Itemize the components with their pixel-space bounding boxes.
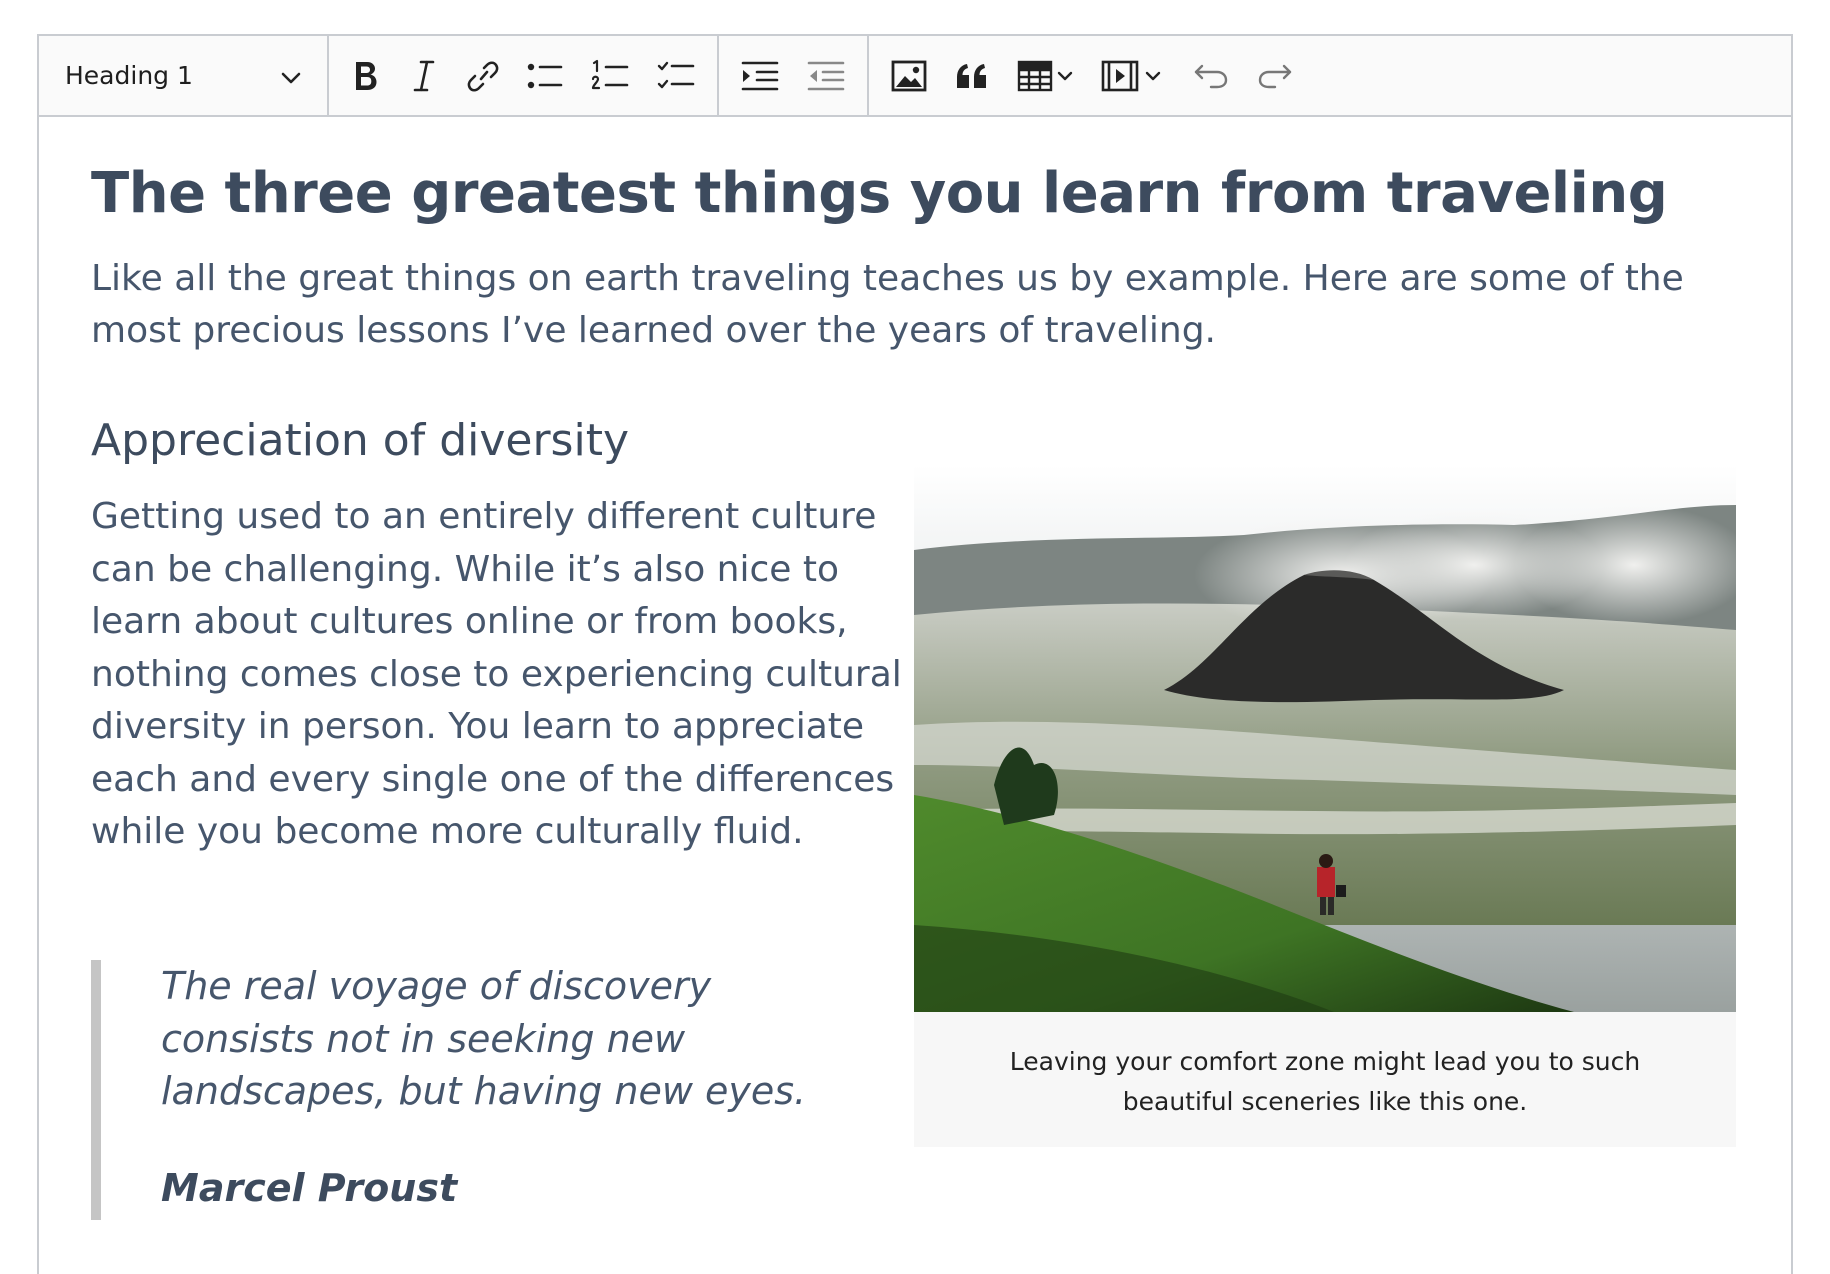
lead-paragraph[interactable]: Like all the great things on earth trave… xyxy=(91,253,1771,357)
redo-icon xyxy=(1257,62,1293,90)
italic-icon xyxy=(409,59,439,93)
indent-icon xyxy=(741,60,779,92)
rich-text-editor: Heading 1 The three greatest things you … xyxy=(37,34,1793,1274)
image-icon xyxy=(891,60,927,92)
todo-list-button[interactable] xyxy=(643,36,709,115)
redo-button[interactable] xyxy=(1243,36,1307,115)
insert-image-button[interactable] xyxy=(877,36,941,115)
indent-button[interactable] xyxy=(727,36,793,115)
heading-dropdown[interactable]: Heading 1 xyxy=(39,36,327,115)
italic-button[interactable] xyxy=(395,36,453,115)
quote-text[interactable]: The real voyage of discovery consists no… xyxy=(161,960,811,1118)
heading-group: Heading 1 xyxy=(39,36,329,115)
outdent-button[interactable] xyxy=(793,36,859,115)
chevron-down-icon xyxy=(281,61,301,90)
quote-icon xyxy=(955,62,989,90)
link-button[interactable] xyxy=(453,36,513,115)
section-paragraph[interactable]: Getting used to an entirely different cu… xyxy=(91,491,911,859)
format-group xyxy=(329,36,719,115)
link-icon xyxy=(467,59,499,93)
landscape-photo[interactable] xyxy=(914,465,1736,1012)
quote-author[interactable]: Marcel Proust xyxy=(161,1166,811,1210)
table-icon xyxy=(1017,60,1073,92)
media-icon xyxy=(1101,60,1165,92)
outdent-icon xyxy=(807,60,845,92)
bold-button[interactable] xyxy=(337,36,395,115)
insert-table-button[interactable] xyxy=(1003,36,1087,115)
bold-icon xyxy=(351,59,381,93)
editor-toolbar: Heading 1 xyxy=(39,36,1791,117)
insert-media-button[interactable] xyxy=(1087,36,1179,115)
undo-icon xyxy=(1193,62,1229,90)
insert-group xyxy=(869,36,1315,115)
block-quote[interactable]: The real voyage of discovery consists no… xyxy=(91,960,811,1220)
image-figure[interactable]: Leaving your comfort zone might lead you… xyxy=(914,465,1736,1147)
indent-group xyxy=(719,36,869,115)
section-heading[interactable]: Appreciation of diversity xyxy=(91,415,629,466)
heading-dropdown-label: Heading 1 xyxy=(65,61,193,90)
todo-list-icon xyxy=(657,60,695,92)
numbered-list-icon xyxy=(591,59,629,93)
undo-button[interactable] xyxy=(1179,36,1243,115)
bulleted-list-icon xyxy=(527,61,563,91)
numbered-list-button[interactable] xyxy=(577,36,643,115)
bulleted-list-button[interactable] xyxy=(513,36,577,115)
document-title[interactable]: The three greatest things you learn from… xyxy=(91,161,1741,226)
figure-caption[interactable]: Leaving your comfort zone might lead you… xyxy=(914,1012,1736,1122)
block-quote-button[interactable] xyxy=(941,36,1003,115)
